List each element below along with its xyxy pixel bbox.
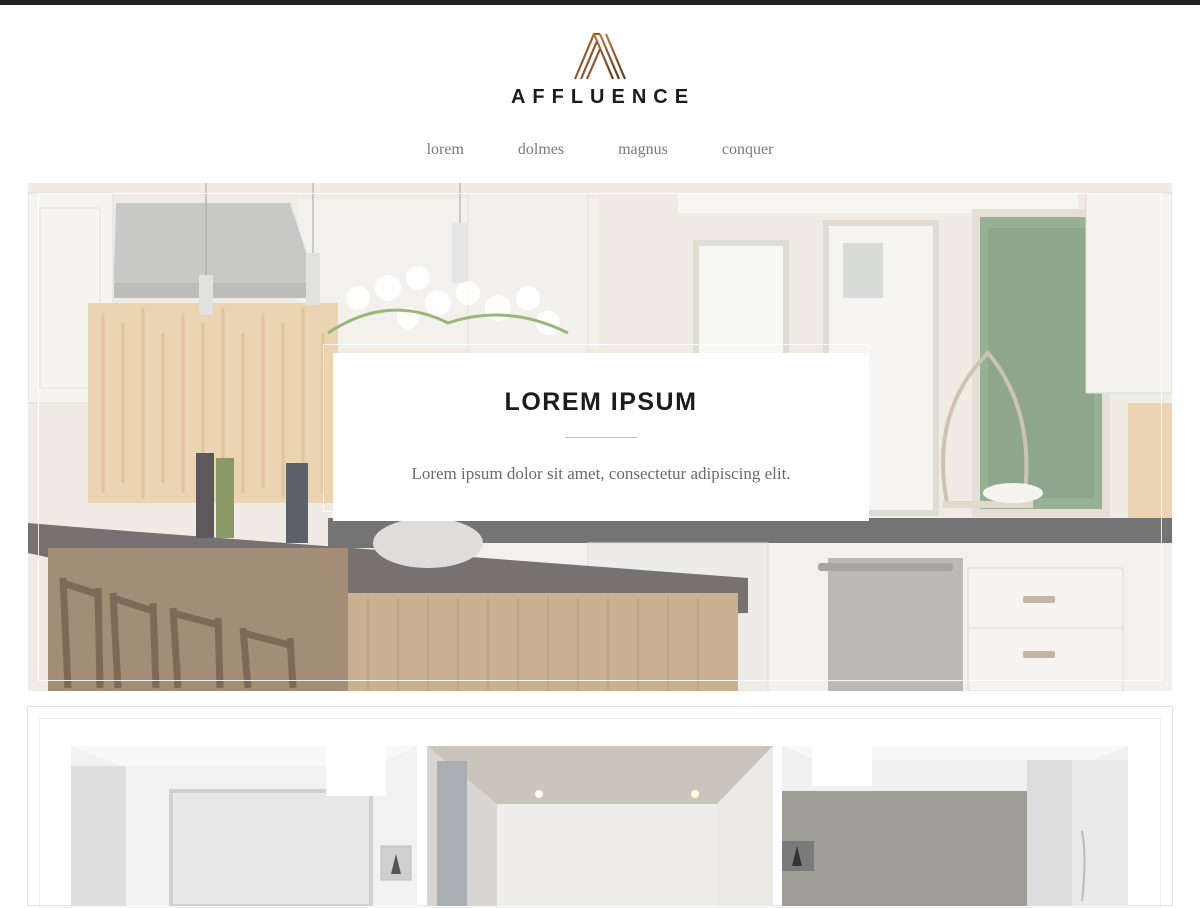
brand-name[interactable]: AFFLUENCE xyxy=(0,86,1200,109)
hero-card: LOREM IPSUM Lorem ipsum dolor sit amet, … xyxy=(333,353,869,521)
gallery-tile-2[interactable] xyxy=(427,746,773,906)
nav-item-magnus[interactable]: magnus xyxy=(618,139,668,161)
nav-item-lorem[interactable]: lorem xyxy=(427,139,464,161)
hallway-room-photo xyxy=(427,746,773,906)
affluence-logo-icon[interactable] xyxy=(572,32,628,80)
grey-room-photo xyxy=(782,746,1128,906)
hero-subtitle: Lorem ipsum dolor sit amet, consectetur … xyxy=(411,464,791,483)
gallery-tile-1[interactable] xyxy=(71,746,417,906)
nav-item-conquer[interactable]: conquer xyxy=(722,139,774,161)
hero-title: LOREM IPSUM xyxy=(504,388,698,416)
top-bar xyxy=(0,0,1200,5)
gallery-tile-3[interactable] xyxy=(782,746,1128,906)
white-room-photo xyxy=(71,746,417,906)
main-nav: lorem dolmes magnus conquer xyxy=(0,139,1200,161)
nav-item-dolmes[interactable]: dolmes xyxy=(518,139,564,161)
hero-banner: LOREM IPSUM Lorem ipsum dolor sit amet, … xyxy=(28,183,1172,691)
hero-divider xyxy=(565,437,637,438)
